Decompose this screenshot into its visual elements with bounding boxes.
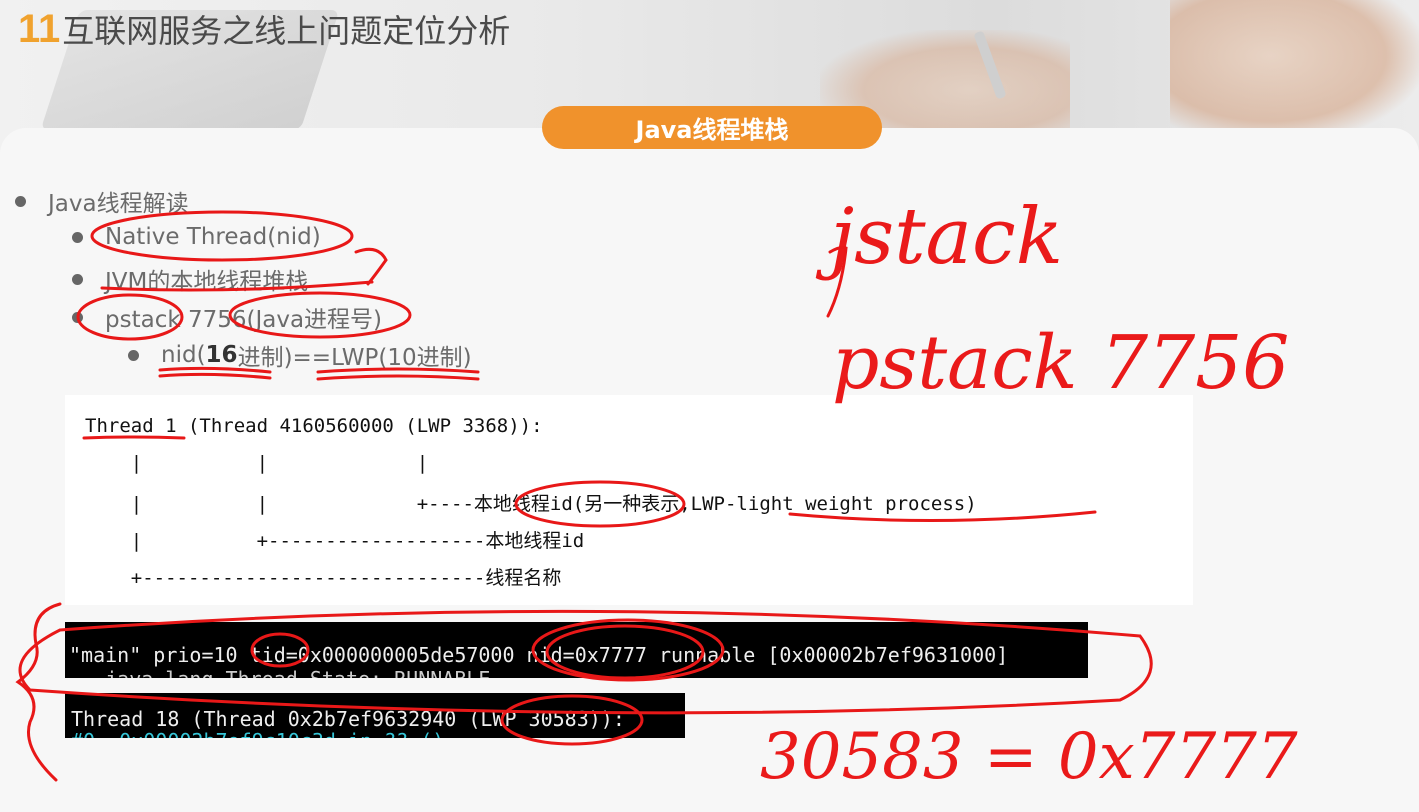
diagram-line-1: Thread 1 (Thread 4160560000 (LWP 3368)):: [85, 415, 543, 437]
bullet-dot-icon: [15, 195, 26, 207]
diagram-line-2: | | |: [85, 452, 429, 474]
bullet-text-pre: nid(: [161, 342, 206, 368]
pstack-terminal-output: Thread 18 (Thread 0x2b7ef9632940 (LWP 30…: [65, 693, 685, 738]
jstack-line-2: java.lang.Thread.State: RUNNABLE: [69, 667, 490, 678]
bullet-jvm-stack: JVM的本地线程堆栈: [72, 262, 308, 296]
bullet-native-thread: Native Thread(nid): [72, 224, 321, 250]
handwritten-jstack: jstack: [830, 192, 1064, 282]
jstack-line-1: "main" prio=10 tid=0x000000005de57000 ni…: [69, 643, 1009, 667]
bullet-dot-icon: [72, 311, 83, 323]
bullet-dot-icon: [72, 231, 83, 243]
jstack-terminal-output: "main" prio=10 tid=0x000000005de57000 ni…: [65, 622, 1088, 678]
pstack-line-2: #0 0x00002b7ef9c10c3d in ?? (): [71, 729, 444, 738]
bullet-text: Native Thread(nid): [105, 224, 321, 250]
diagram-line-4: | +-------------------本地线程id: [85, 530, 585, 552]
bullet-text-bold: 16: [205, 342, 238, 368]
bullet-text: Java线程解读: [48, 191, 189, 217]
diagram-line-5: +------------------------------线程名称: [85, 567, 562, 589]
slide-title-text: 互联网服务之线上问题定位分析: [62, 12, 511, 50]
hand-image-right: [1170, 0, 1419, 140]
bullet-dot-icon: [72, 273, 83, 285]
handwritten-pstack: pstack 7756: [832, 320, 1290, 406]
pstack-line-1: Thread 18 (Thread 0x2b7ef9632940 (LWP 30…: [71, 707, 625, 731]
bullet-pstack: pstack 7756(Java进程号): [72, 300, 382, 334]
bullet-text-post: 进制)==LWP(10进制): [237, 345, 472, 371]
bullet-nid-lwp: nid(16 进制)==LWP(10进制): [128, 338, 472, 372]
bullet-text: pstack 7756(Java进程号): [105, 307, 383, 333]
slide-number: 11: [18, 7, 61, 51]
bullet-text: JVM的本地线程堆栈: [105, 269, 309, 295]
section-pill: Java线程堆栈: [542, 106, 882, 149]
thread-structure-diagram: Thread 1 (Thread 4160560000 (LWP 3368)):…: [65, 395, 1193, 605]
slide-title: 11 互联网服务之线上问题定位分析: [18, 6, 510, 54]
handwritten-equation: 30583 = 0x7777: [760, 720, 1298, 794]
diagram-line-3: | | +----本地线程id(另一种表示,LWP-light weight p…: [85, 493, 977, 515]
bullet-java-thread: Java线程解读: [15, 184, 189, 218]
bullet-dot-icon: [128, 349, 139, 361]
